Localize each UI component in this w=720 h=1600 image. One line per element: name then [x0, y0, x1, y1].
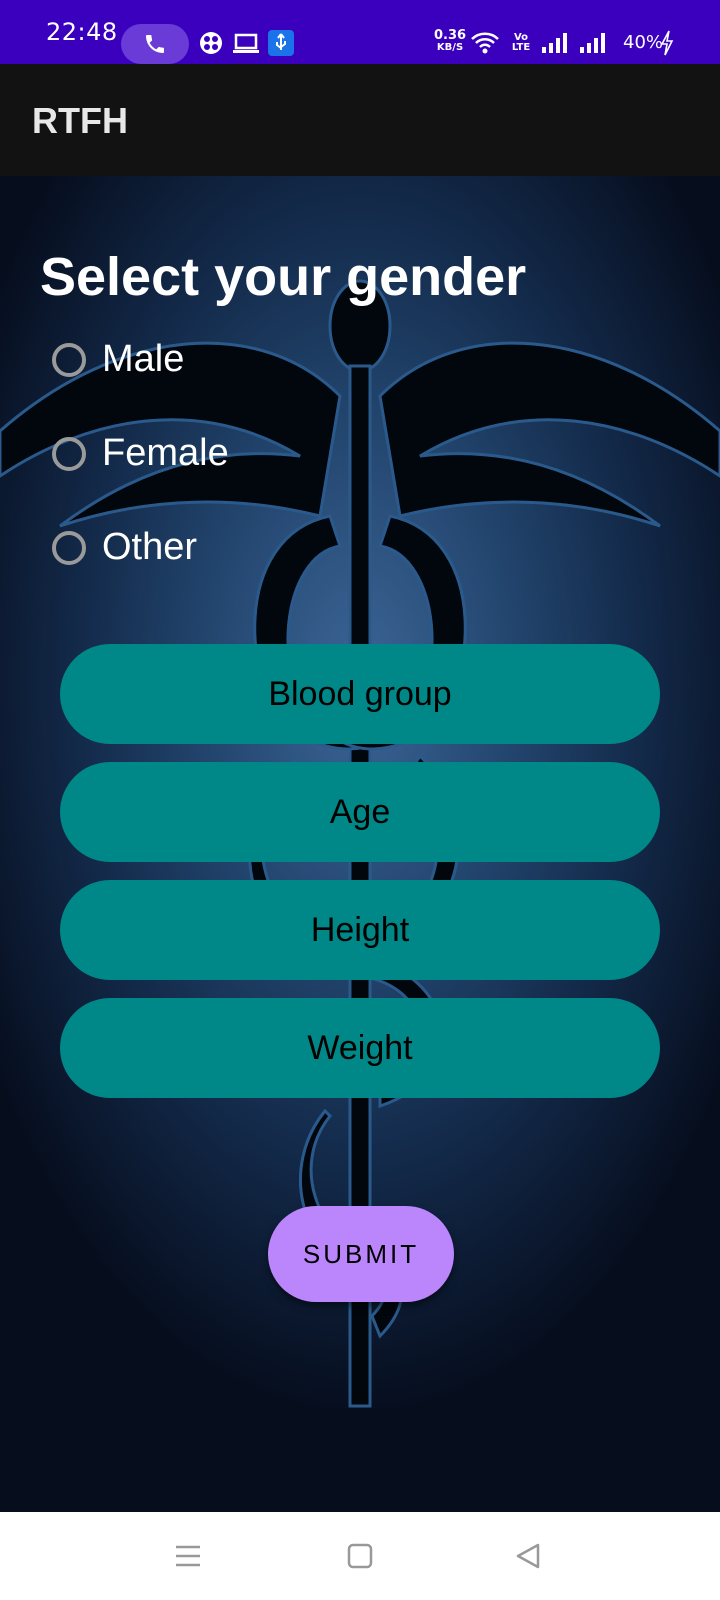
usb-icon — [198, 30, 224, 56]
signal-icon — [540, 30, 570, 56]
status-time: 22:48 — [46, 18, 118, 46]
gender-title: Select your gender — [40, 247, 527, 307]
radio-male[interactable]: Male — [52, 338, 184, 381]
back-icon[interactable] — [514, 1542, 542, 1574]
age-button[interactable]: Age — [60, 762, 660, 862]
volte-label: Vo LTE — [511, 32, 531, 53]
wifi-icon — [470, 30, 500, 56]
signal-icon — [578, 30, 608, 56]
radio-label-other: Other — [102, 526, 198, 568]
net-speed-value: 0.36 — [434, 28, 467, 43]
radio-button-icon[interactable] — [52, 342, 86, 377]
height-button[interactable]: Height — [60, 880, 660, 980]
blood-group-button[interactable]: Blood group — [60, 644, 660, 744]
radio-button-icon[interactable] — [52, 530, 86, 565]
ongoing-call-chip[interactable] — [121, 24, 189, 64]
radio-label-male: Male — [102, 338, 185, 380]
radio-other[interactable]: Other — [52, 526, 197, 569]
main-content: Select your gender Male Female Other Blo… — [0, 176, 720, 1512]
battery-percentage: 40% — [623, 32, 664, 53]
submit-button[interactable]: SUBMIT — [268, 1206, 454, 1302]
radio-female[interactable]: Female — [52, 432, 229, 475]
net-speed-unit: KB/S — [436, 42, 464, 53]
volte-icon: Vo LTE — [508, 30, 534, 56]
usb-debug-icon — [268, 30, 294, 56]
radio-label-female: Female — [102, 432, 229, 474]
laptop-icon — [232, 30, 260, 56]
weight-button[interactable]: Weight — [60, 998, 660, 1098]
radio-button-icon[interactable] — [52, 436, 86, 471]
navigation-bar — [0, 1512, 720, 1600]
app-bar: RTFH — [0, 64, 720, 176]
home-icon[interactable] — [346, 1542, 374, 1574]
phone-call-icon — [146, 35, 164, 53]
menu-icon[interactable] — [174, 1542, 202, 1574]
status-bar: 22:48 0.36 KB/S Vo LTE 40% — [0, 0, 720, 64]
app-title: RTFH — [32, 100, 128, 141]
battery-charging-icon — [660, 30, 674, 56]
network-speed: 0.36 KB/S — [434, 28, 467, 54]
